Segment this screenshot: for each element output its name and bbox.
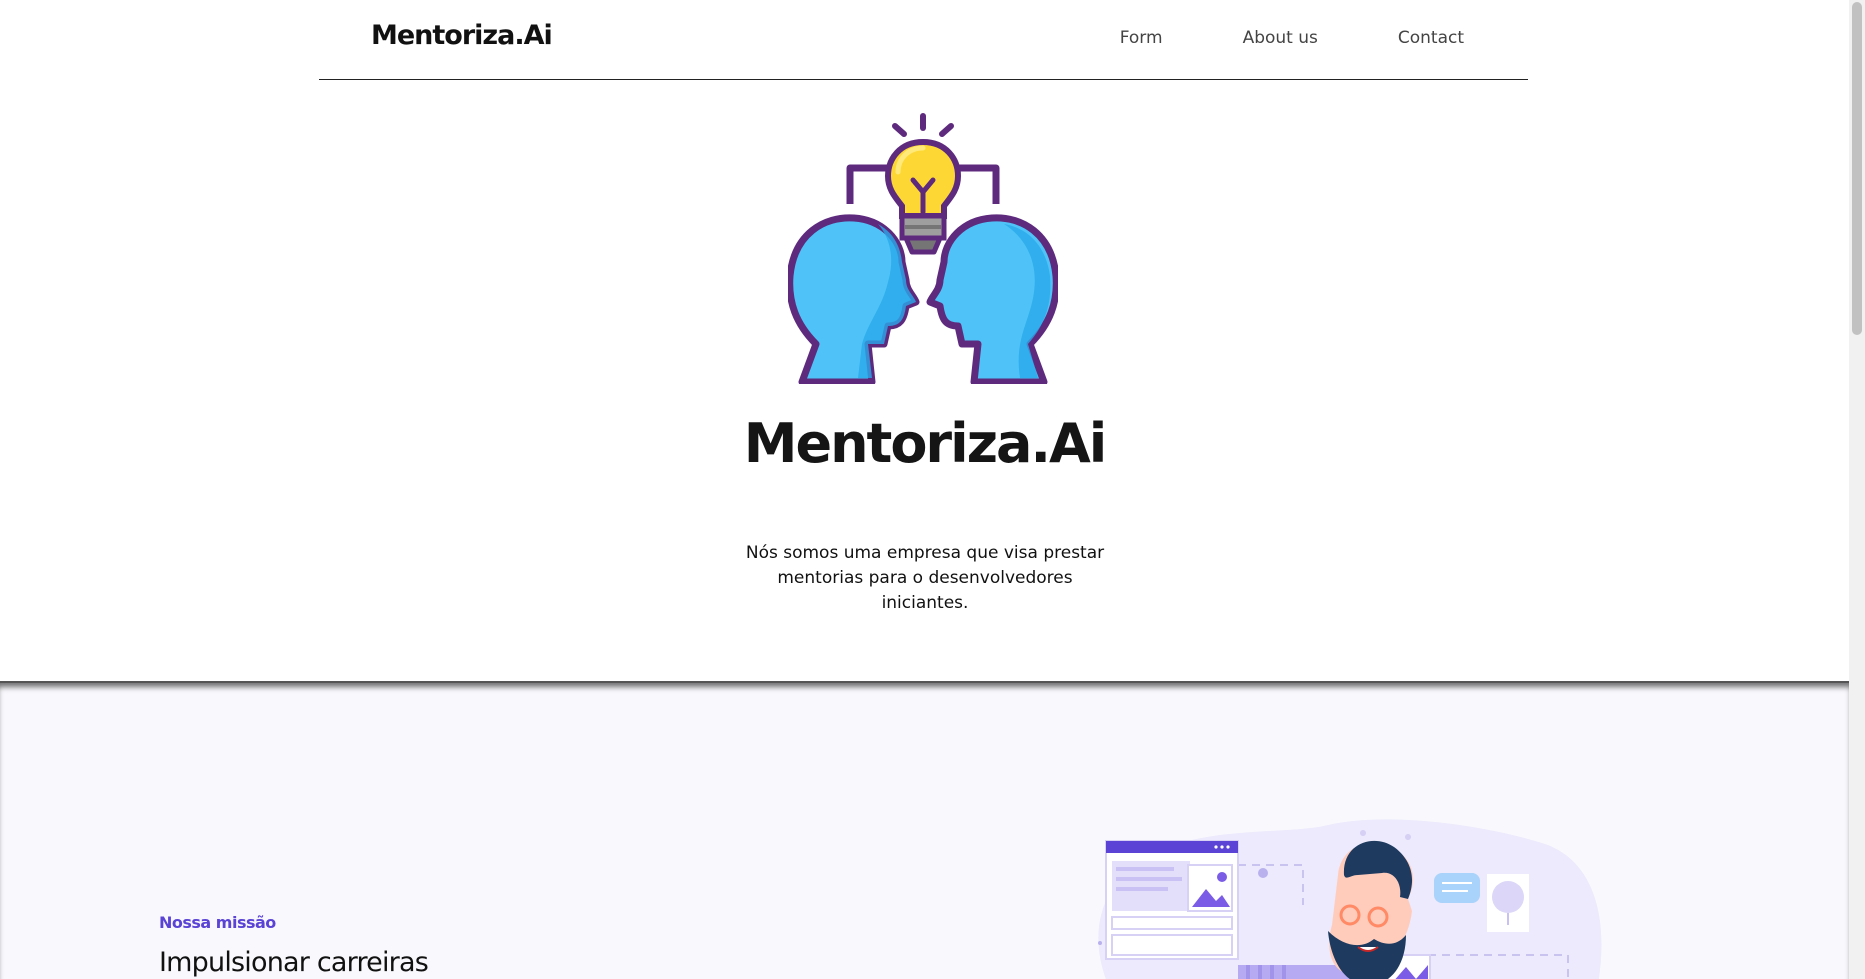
two-heads-lightbulb-icon: [786, 112, 1060, 386]
nav-link-form[interactable]: Form: [1120, 28, 1163, 48]
scrollbar-thumb[interactable]: [1852, 2, 1862, 335]
main-nav: Form About us Contact: [1120, 28, 1464, 48]
mission-section: Nossa missão Impulsionar carreiras: [0, 681, 1849, 979]
mission-title: Impulsionar carreiras: [159, 947, 429, 978]
hero-title: Mentoriza.Ai: [743, 412, 1108, 475]
brand-logo-text[interactable]: Mentoriza.Ai: [371, 20, 553, 51]
developer-illustration-icon: [1088, 815, 1608, 979]
hero-description: Nós somos uma empresa que visa prestar m…: [745, 543, 1105, 613]
nav-link-about-us[interactable]: About us: [1243, 28, 1318, 48]
vertical-scrollbar[interactable]: [1849, 0, 1865, 979]
page: Mentoriza.Ai Form About us Contact Mento…: [0, 0, 1849, 979]
nav-link-contact[interactable]: Contact: [1398, 28, 1464, 48]
mission-label: Nossa missão: [159, 913, 276, 932]
top-navbar: Mentoriza.Ai Form About us Contact: [319, 0, 1528, 80]
